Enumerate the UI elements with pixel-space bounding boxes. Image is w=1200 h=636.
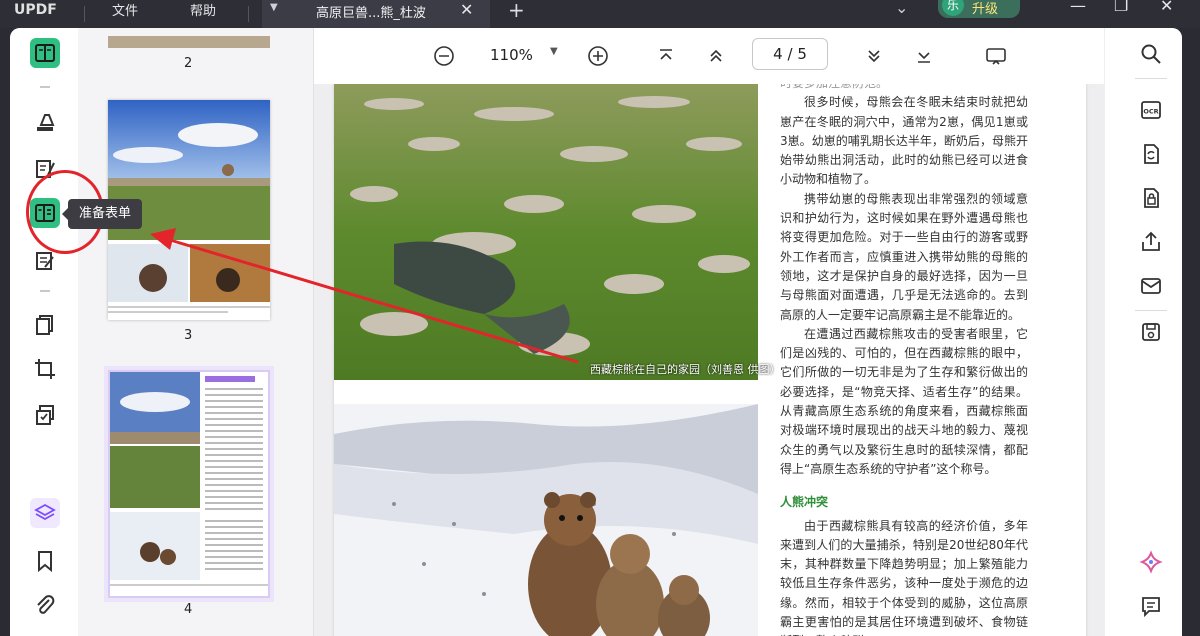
user-avatar: 乐 — [942, 0, 964, 16]
current-page: 4 — [773, 45, 783, 63]
attachment-button[interactable] — [30, 590, 60, 620]
rail-separator — [1135, 78, 1167, 79]
page-input[interactable]: 4 / 5 — [752, 38, 828, 70]
zoom-dropdown-icon[interactable]: ▼ — [550, 46, 558, 57]
minimize-icon[interactable]: — — [1070, 0, 1086, 15]
main-window: 2 3 4 110% ▼ 4 / 5 西藏棕熊在自己的家园（刘善恩 供图） 很多… — [10, 28, 1182, 636]
bookmark-icon — [38, 551, 52, 573]
menu-file[interactable]: 文件 — [112, 0, 138, 19]
last-page-icon[interactable] — [912, 44, 936, 68]
paragraph: 在遭遇过西藏棕熊攻击的受害者眼里，它们是凶残的、可怕的，但在西藏棕熊的眼中，它们… — [780, 326, 1028, 476]
upgrade-button[interactable]: 乐 升级 — [938, 0, 1020, 18]
zoom-level[interactable]: 110% — [490, 46, 533, 64]
comment-list-icon[interactable] — [1139, 594, 1163, 618]
convert-icon[interactable] — [1139, 142, 1163, 166]
left-tool-rail — [10, 28, 76, 636]
page-number: 2 — [184, 56, 193, 71]
thumbnail-panel: 2 3 4 — [78, 28, 314, 636]
zoom-in-icon[interactable] — [586, 44, 610, 68]
redact-button[interactable] — [30, 400, 60, 430]
tab-dropdown-icon[interactable]: ▼ — [270, 2, 278, 13]
maximize-icon[interactable]: ❐ — [1114, 0, 1128, 15]
right-tool-rail: OCR — [1104, 28, 1182, 636]
close-tab-icon[interactable]: ✕ — [460, 0, 473, 19]
close-window-icon[interactable]: ✕ — [1160, 0, 1173, 15]
search-icon[interactable] — [1139, 42, 1163, 66]
document-viewer[interactable]: 西藏棕熊在自己的家园（刘善恩 供图） 很多时候，母熊会在冬眠未结束时就把幼崽产在… — [314, 84, 1104, 636]
section-heading: 人熊冲突 — [780, 495, 829, 510]
protect-icon[interactable] — [1139, 186, 1163, 210]
crop-button[interactable] — [30, 354, 60, 384]
grassland-photo — [334, 84, 758, 380]
layers-icon — [34, 503, 56, 521]
page-thumbnail-selected[interactable] — [108, 370, 270, 598]
title-separator — [248, 6, 249, 22]
organize-pages-button[interactable] — [30, 310, 60, 340]
page-number: 4 — [184, 602, 193, 617]
paragraph: 携带幼崽的母熊表现出非常强烈的领域意识和护幼行为，这时候如果在野外遭遇母熊也将变… — [780, 191, 1028, 322]
bookmark-button[interactable] — [30, 546, 60, 576]
tabs-overflow-chevron-icon[interactable]: ⌄ — [895, 0, 908, 17]
tab-title: 高原巨兽...熊_杜波 — [316, 6, 426, 21]
zoom-out-icon[interactable] — [432, 44, 456, 68]
share-icon[interactable] — [1139, 230, 1163, 254]
page-number: 3 — [184, 328, 193, 343]
document-tab[interactable]: ▼ 高原巨兽...熊_杜波 ✕ — [262, 0, 490, 28]
document-page: 西藏棕熊在自己的家园（刘善恩 供图） 很多时候，母熊会在冬眠未结束时就把幼崽产在… — [334, 84, 1086, 636]
save-icon[interactable] — [1139, 320, 1163, 344]
ai-assistant-icon[interactable] — [1139, 550, 1163, 574]
view-toolbar: 110% ▼ 4 / 5 — [314, 28, 1104, 84]
new-tab-icon[interactable]: + — [508, 0, 525, 22]
tooltip: 准备表单 — [62, 199, 142, 229]
paragraph: 时要多加注意防范。 — [780, 84, 1028, 93]
photo-caption: 西藏棕熊在自己的家园（刘善恩 供图） — [590, 363, 781, 376]
next-page-icon[interactable] — [862, 44, 886, 68]
total-pages: 5 — [797, 45, 807, 63]
layers-button[interactable] — [30, 498, 60, 528]
rail-separator — [1135, 310, 1167, 311]
presentation-icon[interactable] — [984, 44, 1008, 68]
ocr-icon[interactable]: OCR — [1139, 98, 1163, 122]
upgrade-label: 升级 — [972, 2, 999, 17]
page-separator: / — [787, 45, 793, 63]
reader-mode-button[interactable] — [30, 38, 60, 68]
paragraph: 由于西藏棕熊具有较高的经济价值，多年来遭到人们的大量捕杀，特别是20世纪80年代… — [780, 518, 1028, 636]
article-text: 时要多加注意防范。 很多时候，母熊会在冬眠未结束时就把幼崽产在冬眠的洞穴中，通常… — [780, 84, 1028, 636]
svg-text:OCR: OCR — [1143, 108, 1158, 116]
paperclip-icon — [37, 595, 55, 614]
redact-icon — [36, 405, 54, 425]
menu-help[interactable]: 帮助 — [190, 0, 216, 19]
previous-page-icon[interactable] — [704, 44, 728, 68]
email-icon[interactable] — [1139, 274, 1163, 298]
rail-separator — [40, 86, 50, 88]
rail-separator — [40, 290, 50, 292]
title-separator — [84, 6, 85, 22]
sign-icon — [36, 252, 54, 270]
thumbnail-image — [110, 372, 268, 586]
title-bar: UPDF 文件 帮助 ▼ 高原巨兽...熊_杜波 ✕ + ⌄ 乐 升级 — ❐ … — [0, 0, 1200, 28]
page-thumbnail[interactable] — [108, 36, 270, 48]
pages-icon — [36, 315, 53, 335]
app-logo: UPDF — [14, 2, 57, 18]
comment-mode-button[interactable] — [30, 108, 60, 138]
highlighter-icon — [37, 114, 55, 131]
crop-icon — [35, 359, 55, 379]
paragraph: 很多时候，母熊会在冬眠未结束时就把幼崽产在冬眠的洞穴中，通常为2崽，偶见1崽或3… — [780, 95, 1028, 187]
bears-in-snow-photo — [334, 404, 758, 636]
first-page-icon[interactable] — [654, 44, 678, 68]
book-icon — [35, 44, 55, 62]
